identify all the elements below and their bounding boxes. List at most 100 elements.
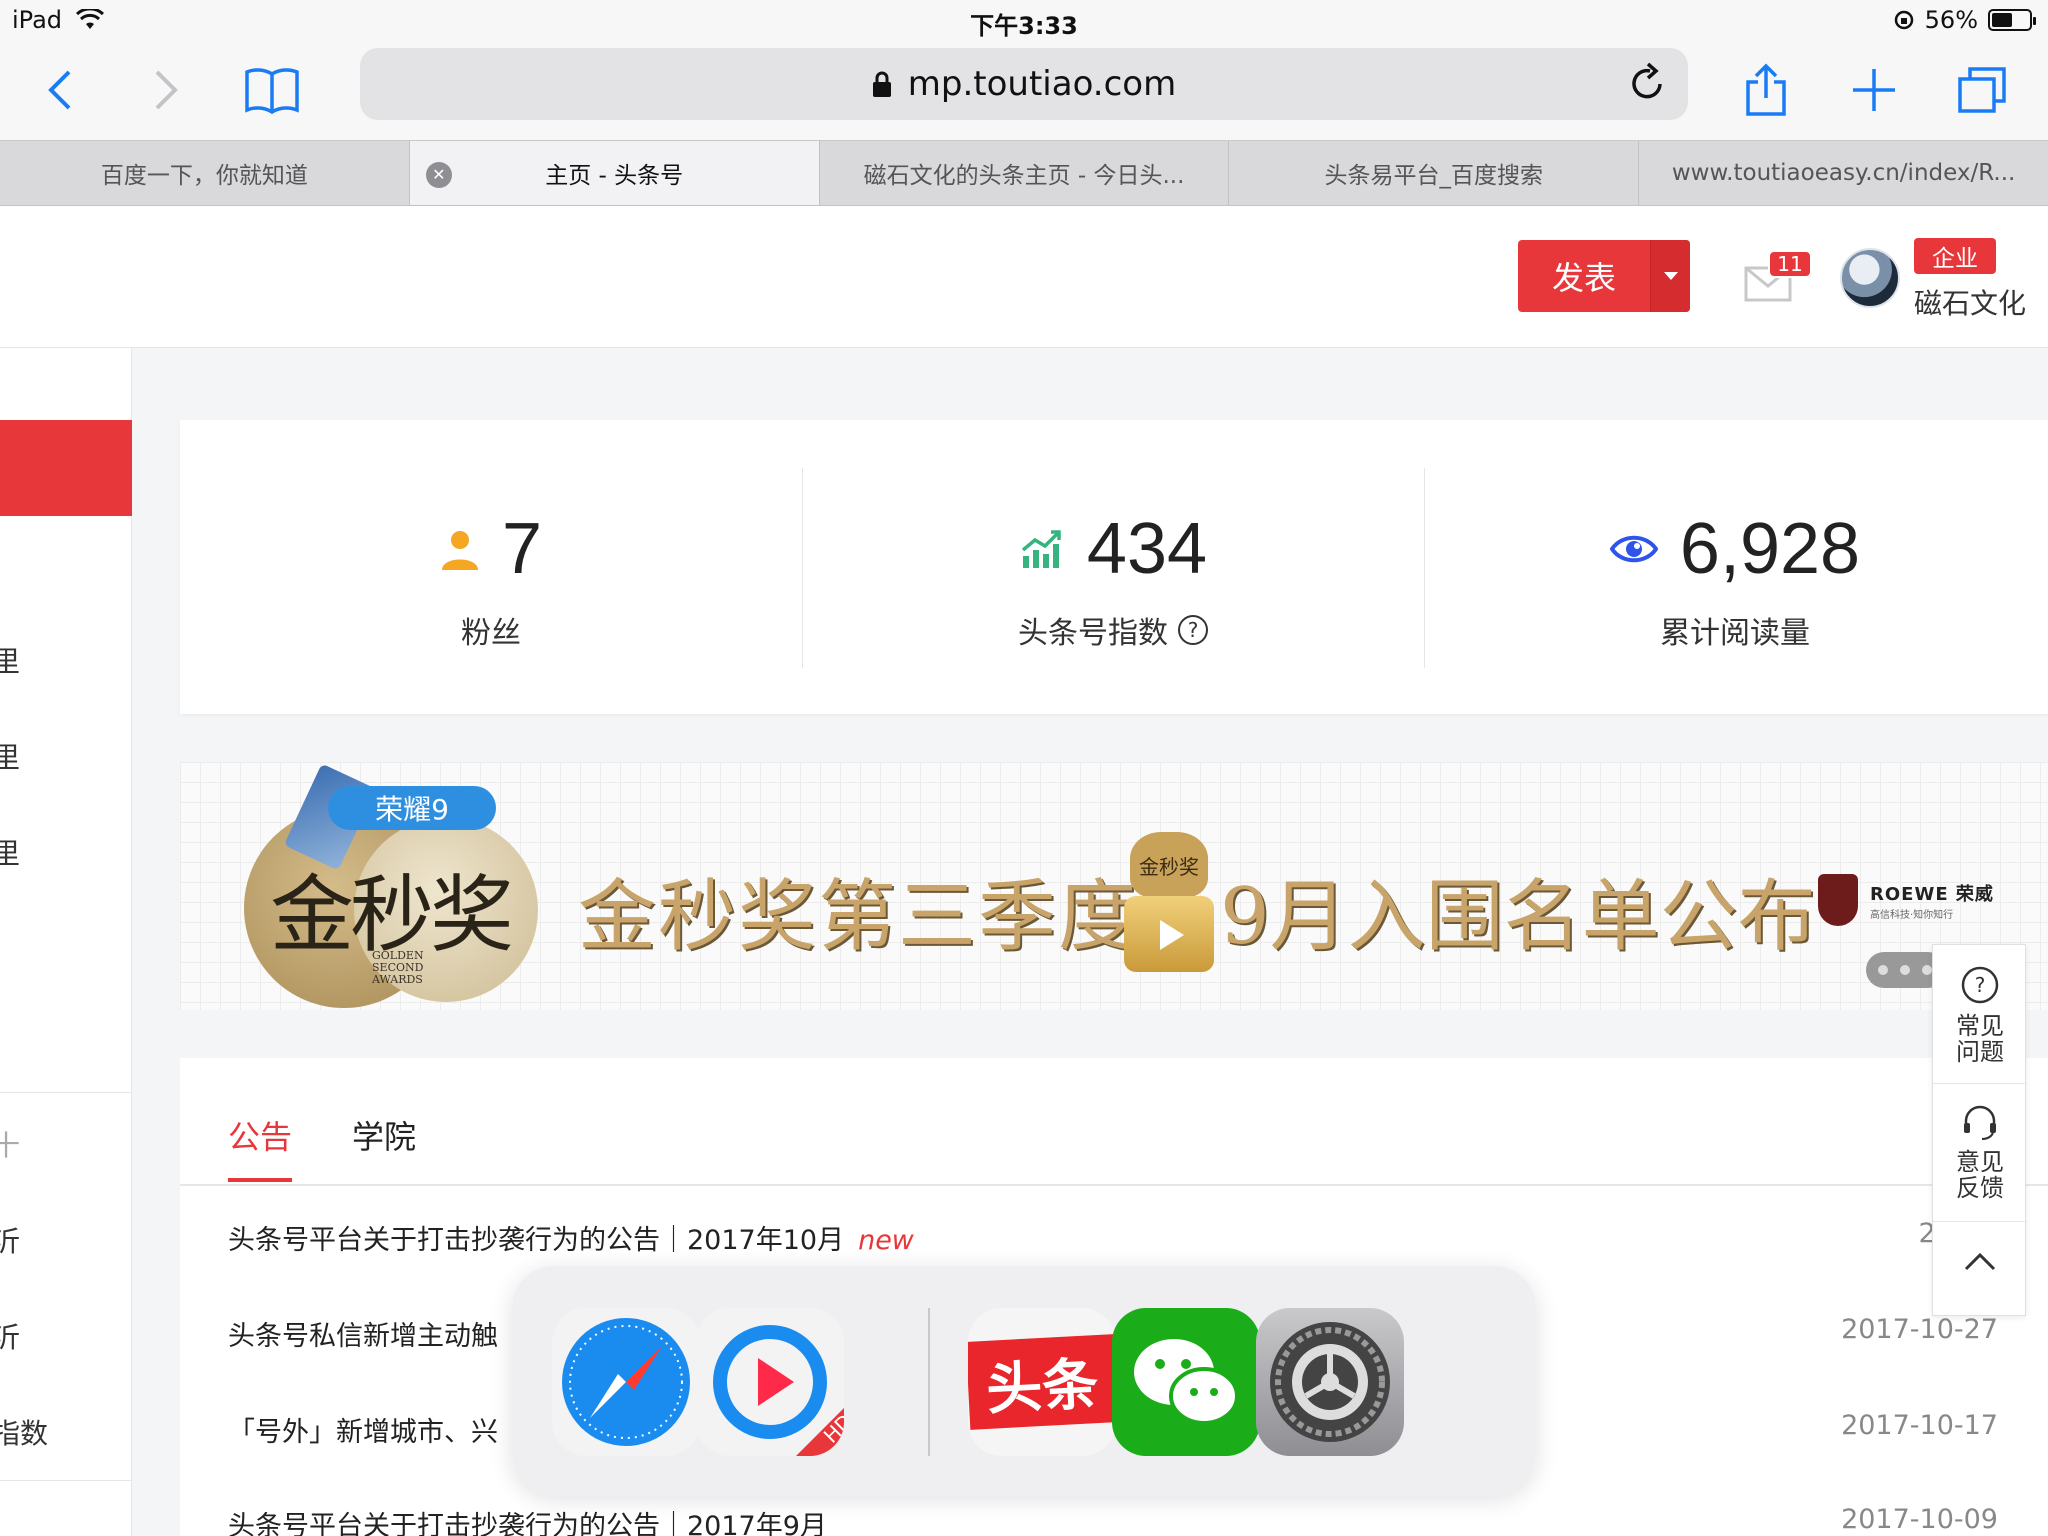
settings-icon[interactable] [1256, 1308, 1404, 1456]
reload-button[interactable] [1628, 62, 1668, 113]
orientation-lock-icon [1894, 10, 1913, 30]
back-to-top-button[interactable] [1933, 1241, 2027, 1289]
battery-percent: 56% [1924, 6, 1978, 34]
faq-label: 常见 问题 [1956, 1012, 2004, 1066]
clock: 下午3:33 [970, 12, 1078, 40]
announcement-date: 2017-10-17 [1841, 1410, 1998, 1441]
banner-headline: 金秒奖第三季度 [578, 872, 1139, 962]
tab-announcements[interactable]: 公告 [228, 1112, 293, 1182]
award-trophy-icon: 金秒奖 [1124, 832, 1214, 972]
announcement-date: 2017-10-09 [1841, 1504, 1998, 1535]
share-button[interactable] [1730, 54, 1802, 126]
stat-reads: 6,928 累计阅读量 [1424, 420, 2046, 714]
promo-banner[interactable]: 金秒奖 GOLDEN SECOND AWARDS 荣耀9 金秒奖第三季度 金秒奖 9… [180, 762, 2048, 1010]
chevron-up-icon [1964, 1252, 1996, 1271]
publish-dropdown[interactable] [1650, 240, 1690, 312]
sidebar-item[interactable]: 指数 [0, 1412, 48, 1452]
stat-fans: 7 粉丝 [180, 420, 802, 714]
youku-hd-icon[interactable]: HD [696, 1308, 844, 1456]
browser-tab[interactable]: 百度一下，你就知道 [0, 141, 410, 205]
tab-label: www.toutiaoeasy.cn/index/R... [1671, 160, 2016, 186]
tab-label: 百度一下，你就知道 [100, 163, 308, 189]
browser-tab[interactable]: 头条易平台_百度搜索 [1229, 141, 1640, 205]
ios-dock: HD 头条 [512, 1266, 1536, 1496]
medal-subtitle: GOLDEN SECOND AWARDS [372, 949, 424, 986]
chevron-right-icon [155, 70, 178, 110]
fans-label: 粉丝 [461, 616, 521, 651]
tabs-button[interactable] [1946, 54, 2018, 126]
new-tab-button[interactable] [1838, 54, 1910, 126]
tab-label: 主页 - 头条号 [545, 163, 684, 189]
address-bar[interactable]: mp.toutiao.com [360, 48, 1688, 120]
sidebar-item[interactable]: 里 [0, 736, 20, 776]
chevron-left-icon [48, 70, 71, 110]
browser-tab-bar: 百度一下，你就知道 ✕ 主页 - 头条号 磁石文化的头条主页 - 今日头... … [0, 140, 2048, 206]
chat-bubbles-icon [1134, 1339, 1239, 1425]
stat-index: 434 头条号指数 ? [802, 420, 1424, 714]
svg-text:?: ? [1975, 973, 1986, 997]
messages-button[interactable]: 11 [1744, 250, 1812, 304]
user-icon [441, 531, 478, 570]
compass-icon [562, 1318, 690, 1446]
toutiao-label: 头条 [968, 1334, 1116, 1430]
floating-help-panel: ? 常见 问题 意见 反馈 [1932, 944, 2027, 1316]
toutiao-icon[interactable]: 头条 [968, 1308, 1116, 1456]
play-icon: HD [713, 1325, 844, 1456]
browser-tab[interactable]: 磁石文化的头条主页 - 今日头... [820, 141, 1230, 205]
browser-tab[interactable]: www.toutiaoeasy.cn/index/R... [1639, 141, 2048, 205]
announcement-row[interactable]: 头条号平台关于打击抄袭行为的公告｜2017年10月new 2017- [228, 1218, 1998, 1257]
headset-icon [1964, 1105, 1996, 1140]
sidebar-item[interactable]: 里 [0, 832, 20, 872]
browser-tab-active[interactable]: ✕ 主页 - 头条号 [409, 141, 820, 205]
sidebar-item-active[interactable] [0, 420, 132, 516]
banner-headline-2: 9月入围名单公布 [1220, 872, 1816, 962]
forward-button[interactable] [130, 54, 202, 126]
announcement-title[interactable]: 「号外」新增城市、兴 [228, 1417, 498, 1448]
safari-icon[interactable] [552, 1308, 700, 1456]
wechat-icon[interactable] [1112, 1308, 1260, 1456]
publish-button[interactable]: 发表 [1518, 240, 1690, 312]
feedback-button[interactable]: 意见 反馈 [1933, 1101, 2027, 1201]
helper-divider [1933, 1221, 2027, 1222]
announcement-title[interactable]: 头条号平台关于打击抄袭行为的公告｜2017年9月 [228, 1511, 827, 1536]
url-text: mp.toutiao.com [907, 64, 1177, 104]
help-icon[interactable]: ? [1178, 615, 1208, 645]
feedback-label: 意见 反馈 [1956, 1148, 2004, 1202]
avatar[interactable] [1840, 248, 1900, 308]
tab-label: 磁石文化的头条主页 - 今日头... [863, 163, 1185, 189]
question-circle-icon: ? [1961, 966, 1999, 1004]
reads-label: 累计阅读量 [1660, 616, 1810, 651]
gear-icon [1270, 1322, 1390, 1442]
back-button[interactable] [24, 54, 96, 126]
plus-icon [1853, 69, 1895, 111]
sidebar: 里 里 里 十 沂 沂 指数 [0, 348, 132, 1536]
announcement-row[interactable]: 头条号平台关于打击抄袭行为的公告｜2017年9月 2017-10-09 [228, 1504, 1998, 1536]
share-icon [1746, 63, 1786, 116]
sponsor-name: ROEWE 荣威 [1870, 883, 1994, 905]
sidebar-item[interactable]: 里 [0, 640, 20, 680]
bookmarks-button[interactable] [236, 54, 308, 126]
sidebar-item[interactable]: 十 [0, 1124, 20, 1164]
index-label: 头条号指数 [1018, 616, 1168, 651]
sponsor-logo: ROEWE 荣威 高信科技·知你知行 [1818, 874, 1994, 926]
announcement-date: 2017-10-27 [1841, 1314, 1998, 1345]
index-value: 434 [1086, 509, 1208, 589]
sidebar-item[interactable]: 沂 [0, 1220, 20, 1260]
stats-card: 7 粉丝 434 头条号指数 ? 6,928 累计阅读量 [180, 420, 2048, 714]
sidebar-item[interactable]: 沂 [0, 1316, 20, 1356]
lock-icon [872, 71, 891, 97]
trophy-label: 金秒奖 [1130, 832, 1208, 898]
announcement-title[interactable]: 头条号私信新增主动触 [228, 1321, 498, 1352]
faq-button[interactable]: ? 常见 问题 [1933, 965, 2027, 1065]
page-header: 发表 11 企业 磁石文化 [0, 206, 2048, 348]
dock-divider [928, 1308, 930, 1456]
status-bar: iPad 下午3:33 56% [0, 0, 2048, 40]
tab-academy[interactable]: 学院 [352, 1112, 416, 1158]
account-name[interactable]: 磁石文化 [1914, 282, 2026, 322]
close-tab-icon[interactable]: ✕ [425, 162, 452, 188]
trend-chart-icon [1021, 530, 1061, 568]
announcement-tabs: 公告 学院 [180, 1058, 2048, 1186]
battery-icon [1988, 9, 2036, 31]
announcement-title[interactable]: 头条号平台关于打击抄袭行为的公告｜2017年10月 [228, 1225, 844, 1256]
sponsor-slogan: 高信科技·知你知行 [1870, 909, 1954, 921]
